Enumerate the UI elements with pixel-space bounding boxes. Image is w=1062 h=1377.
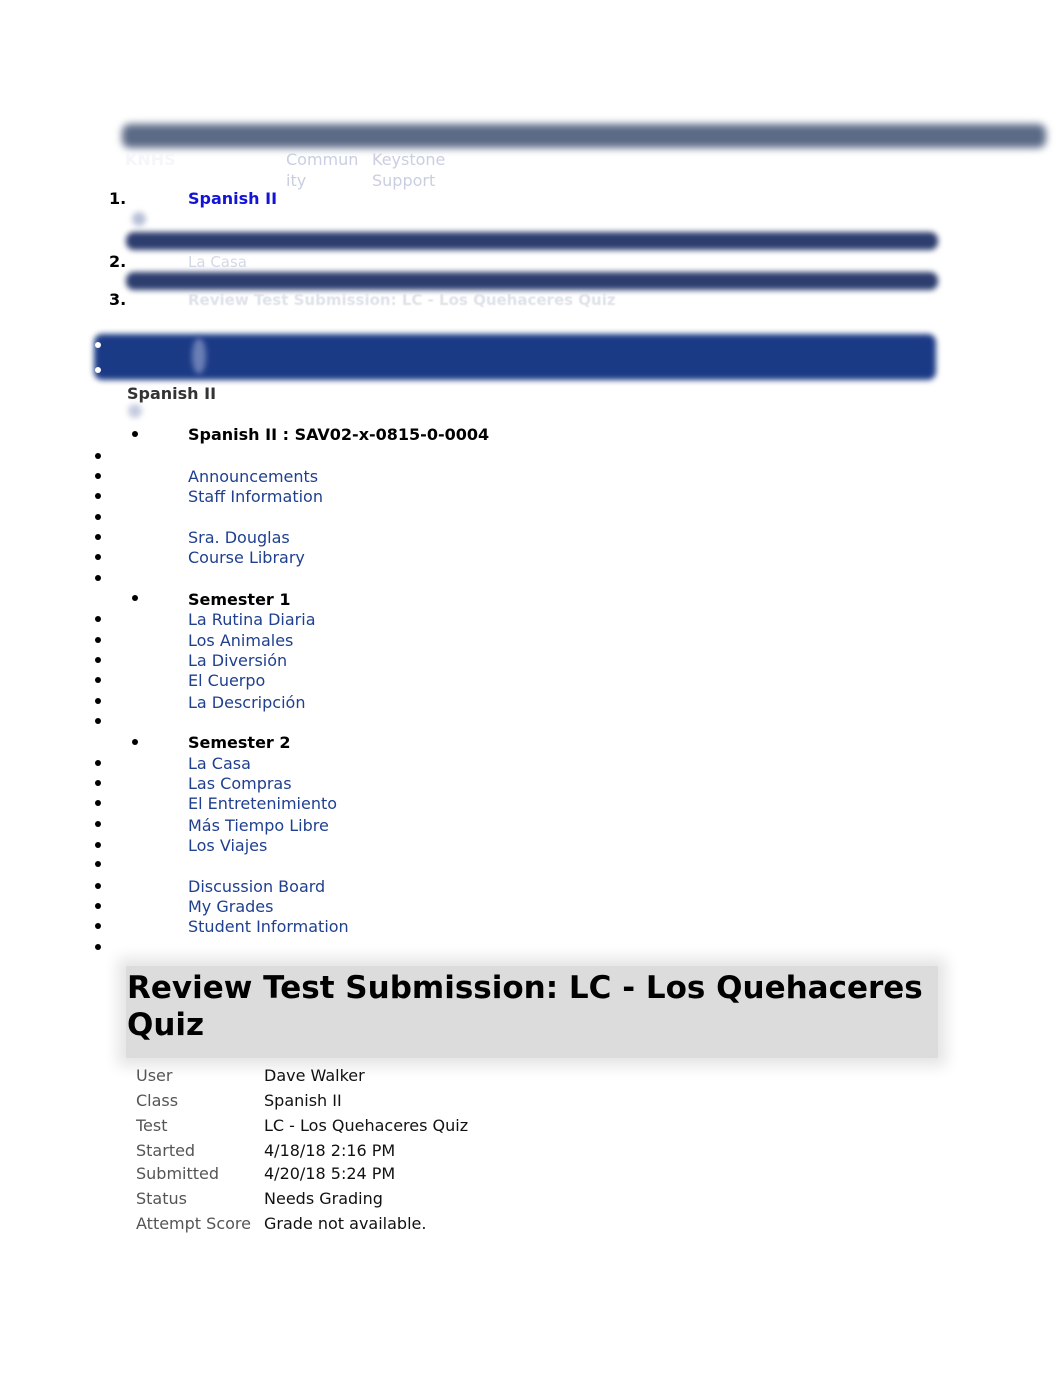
menu-link-la-rutina-diaria[interactable]: La Rutina Diaria: [188, 610, 316, 629]
nav-link-keystone-support[interactable]: Keystone Support: [372, 149, 445, 191]
bullet: [95, 842, 101, 848]
course-title[interactable]: Spanish II: [127, 384, 216, 403]
bullet: [95, 453, 101, 459]
detail-label-submitted: Submitted: [136, 1164, 220, 1183]
nav-link-keystone-line2: Support: [372, 171, 436, 190]
detail-value-status: Needs Grading: [264, 1189, 383, 1208]
detail-label-user: User: [136, 1066, 173, 1085]
bullet: [95, 800, 101, 806]
bullet: [95, 554, 101, 560]
bullet: [95, 367, 101, 373]
menu-toggle-icon[interactable]: [192, 338, 206, 374]
bullet: [95, 821, 101, 827]
detail-label-status: Status: [136, 1189, 187, 1208]
breadcrumb-spanish-ii[interactable]: Spanish II: [188, 189, 277, 208]
breadcrumb-bar: [126, 232, 938, 250]
detail-label-test: Test: [136, 1116, 168, 1135]
bullet: [95, 780, 101, 786]
menu-link-el-cuerpo[interactable]: El Cuerpo: [188, 671, 265, 690]
detail-label-started: Started: [136, 1141, 196, 1160]
menu-link-los-animales[interactable]: Los Animales: [188, 631, 293, 650]
bullet: [95, 657, 101, 663]
menu-link-la-descripcion[interactable]: La Descripción: [188, 693, 305, 712]
detail-value-started: 4/18/18 2:16 PM: [264, 1141, 396, 1160]
nav-link-community-line2: ity: [286, 171, 307, 190]
bullet: [95, 342, 101, 348]
bullet: [95, 698, 101, 704]
detail-label-attempt-score: Attempt Score: [136, 1214, 251, 1233]
menu-link-los-viajes[interactable]: Los Viajes: [188, 836, 267, 855]
menu-link-announcements[interactable]: Announcements: [188, 467, 318, 486]
breadcrumb-la-casa[interactable]: La Casa: [188, 253, 247, 271]
brand-logo-knhs[interactable]: KNHS: [125, 150, 176, 169]
detail-value-user: Dave Walker: [264, 1066, 365, 1085]
bullet: [95, 616, 101, 622]
page-title: Review Test Submission: LC - Los Quehace…: [127, 970, 923, 1043]
menu-link-la-diversion[interactable]: La Diversión: [188, 651, 287, 670]
bullet: [95, 637, 101, 643]
menu-link-my-grades[interactable]: My Grades: [188, 897, 273, 916]
menu-link-las-compras[interactable]: Las Compras: [188, 774, 292, 793]
semester-2-heading: Semester 2: [188, 733, 291, 752]
nav-link-keystone-line1: Keystone: [372, 150, 446, 169]
detail-value-class: Spanish II: [264, 1091, 342, 1110]
bullet: [95, 718, 101, 724]
bullet: [95, 883, 101, 889]
bullet: [132, 595, 138, 601]
menu-link-la-casa[interactable]: La Casa: [188, 754, 251, 773]
bullet: [95, 923, 101, 929]
menu-link-el-entretenimiento[interactable]: El Entretenimiento: [188, 794, 337, 813]
bullet: [95, 514, 101, 520]
menu-link-course-library[interactable]: Course Library: [188, 548, 305, 567]
breadcrumb-current-page: Review Test Submission: LC - Los Quehace…: [188, 291, 616, 309]
detail-value-attempt-score: Grade not available.: [264, 1214, 427, 1233]
breadcrumb-number-1: 1.: [109, 189, 127, 208]
bullet: [95, 944, 101, 950]
bullet: [95, 903, 101, 909]
bullet: [95, 677, 101, 683]
bullet: [132, 431, 138, 437]
bullet: [95, 861, 101, 867]
breadcrumb-bar-2: [126, 272, 938, 290]
menu-link-discussion-board[interactable]: Discussion Board: [188, 877, 325, 896]
detail-label-class: Class: [136, 1091, 179, 1110]
detail-value-test: LC - Los Quehaceres Quiz: [264, 1116, 469, 1135]
bullet: [95, 760, 101, 766]
breadcrumb-number-3: 3.: [109, 290, 127, 309]
course-menu-icon[interactable]: [128, 404, 142, 418]
bullet: [95, 575, 101, 581]
breadcrumb-number-2: 2.: [109, 252, 127, 271]
course-menu-header-bar: [94, 334, 936, 380]
menu-link-student-information[interactable]: Student Information: [188, 917, 349, 936]
bullet: [95, 493, 101, 499]
menu-link-staff-information[interactable]: Staff Information: [188, 487, 323, 506]
detail-value-submitted: 4/20/18 5:24 PM: [264, 1164, 396, 1183]
menu-link-sra-douglas[interactable]: Sra. Douglas: [188, 528, 290, 547]
nav-link-community-line1: Commun: [286, 150, 359, 169]
top-nav-bar: [122, 124, 1046, 148]
bullet: [95, 473, 101, 479]
home-icon[interactable]: [132, 212, 146, 226]
bullet: [132, 739, 138, 745]
course-code-header: Spanish II : SAV02-x-0815-0-0004: [188, 425, 490, 444]
bullet: [95, 534, 101, 540]
menu-link-mas-tiempo-libre[interactable]: Más Tiempo Libre: [188, 816, 329, 835]
nav-link-community[interactable]: Commun ity: [286, 149, 358, 191]
semester-1-heading: Semester 1: [188, 590, 291, 609]
